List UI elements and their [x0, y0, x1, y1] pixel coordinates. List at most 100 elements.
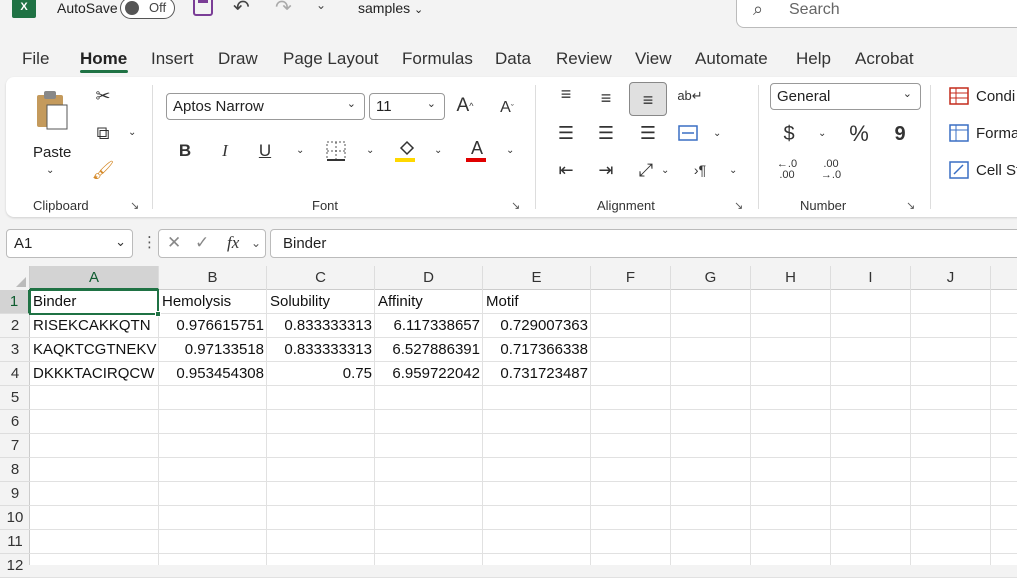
paste-label[interactable]: Paste [33, 144, 71, 161]
format-as-table-icon[interactable] [949, 124, 969, 147]
currency-dropdown-icon[interactable]: ⌄ [818, 128, 826, 139]
formula-input[interactable]: Binder [270, 229, 1017, 258]
increase-decimal-icon[interactable]: ←.0 .00 [772, 157, 802, 183]
underline-dropdown-icon[interactable]: ⌄ [296, 145, 304, 156]
column-header-i[interactable]: I [831, 266, 911, 290]
borders-dropdown-icon[interactable]: ⌄ [366, 145, 374, 156]
currency-icon[interactable]: $ [778, 122, 800, 146]
column-header-h[interactable]: H [751, 266, 831, 290]
row-header-9[interactable]: 9 [0, 482, 30, 506]
orientation-dropdown-icon[interactable]: ⌄ [661, 165, 669, 176]
table-cell[interactable]: RISEKCAKKQTN [30, 314, 159, 338]
tab-draw[interactable]: Draw [218, 49, 258, 69]
cell-styles-label[interactable]: Cell St [976, 162, 1017, 179]
table-cell[interactable]: 6.527886391 [375, 338, 483, 362]
number-format-dropdown[interactable]: General ⌄ [770, 83, 921, 110]
increase-font-size-icon[interactable]: A ^ [452, 93, 478, 119]
copy-dropdown-icon[interactable]: ⌄ [128, 127, 136, 138]
paste-icon[interactable] [34, 89, 70, 136]
tab-review[interactable]: Review [556, 49, 612, 69]
undo-icon[interactable]: ↶ [233, 0, 250, 20]
font-launcher-icon[interactable]: ↘ [511, 199, 520, 212]
decrease-decimal-icon[interactable]: .00 →.0 [816, 157, 846, 183]
tab-data[interactable]: Data [495, 49, 531, 69]
conditional-formatting-icon[interactable] [949, 87, 969, 110]
percent-icon[interactable]: % [846, 121, 872, 146]
file-name[interactable]: samples ⌄ [358, 0, 423, 16]
italic-icon[interactable]: I [214, 139, 236, 163]
table-header-cell[interactable]: Solubility [267, 290, 375, 314]
column-header-b[interactable]: B [159, 266, 267, 290]
increase-indent-icon[interactable]: ⇥ [594, 159, 618, 181]
align-right-icon[interactable]: ☰ [636, 122, 660, 144]
borders-icon[interactable] [324, 139, 348, 163]
format-painter-icon[interactable]: 🖌 [92, 159, 115, 181]
tab-formulas[interactable]: Formulas [402, 49, 473, 69]
bottom-align-icon[interactable]: ≡ [636, 89, 660, 111]
table-cell[interactable]: 0.833333313 [267, 338, 375, 362]
merge-dropdown-icon[interactable]: ⌄ [713, 128, 721, 139]
text-direction-dropdown-icon[interactable]: ⌄ [729, 165, 737, 176]
font-color-icon[interactable]: A [465, 137, 489, 159]
column-header-d[interactable]: D [375, 266, 483, 290]
tab-file[interactable]: File [22, 49, 49, 69]
conditional-formatting-label[interactable]: Condi [976, 88, 1015, 105]
clipboard-launcher-icon[interactable]: ↘ [130, 199, 139, 212]
font-size-dropdown[interactable]: 11 ⌄ [369, 93, 445, 120]
tab-view[interactable]: View [635, 49, 672, 69]
bold-icon[interactable]: B [174, 139, 196, 163]
comma-style-icon[interactable]: 9 [889, 122, 911, 146]
enter-icon[interactable]: ✓ [195, 233, 209, 253]
underline-icon[interactable]: U [254, 139, 276, 163]
cell-styles-icon[interactable] [949, 161, 969, 184]
column-header-f[interactable]: F [591, 266, 671, 290]
table-cell[interactable]: 0.953454308 [159, 362, 267, 386]
chevron-down-icon[interactable]: ⌄ [251, 236, 261, 250]
redo-icon[interactable]: ↷ [275, 0, 292, 20]
search-box[interactable]: ⌕ Search [736, 0, 1017, 28]
column-header-c[interactable]: C [267, 266, 375, 290]
row-header-10[interactable]: 10 [0, 506, 30, 530]
table-cell[interactable]: DKKKTACIRQCW [30, 362, 159, 386]
select-all-corner[interactable] [0, 266, 30, 290]
autosave-toggle[interactable]: Off [120, 0, 175, 19]
row-header-7[interactable]: 7 [0, 434, 30, 458]
table-cell[interactable]: 0.729007363 [483, 314, 591, 338]
tab-automate[interactable]: Automate [695, 49, 768, 69]
alignment-launcher-icon[interactable]: ↘ [734, 199, 743, 212]
orientation-icon[interactable]: ⤢ [634, 159, 658, 181]
tab-home[interactable]: Home [80, 49, 127, 69]
row-header-5[interactable]: 5 [0, 386, 30, 410]
table-cell[interactable]: 0.97133518 [159, 338, 267, 362]
row-header-2[interactable]: 2 [0, 314, 30, 338]
table-cell[interactable]: 0.75 [267, 362, 375, 386]
table-cell[interactable]: 6.959722042 [375, 362, 483, 386]
table-cell[interactable]: 0.731723487 [483, 362, 591, 386]
paste-dropdown-icon[interactable]: ⌄ [46, 165, 54, 176]
column-header-g[interactable]: G [671, 266, 751, 290]
row-header-6[interactable]: 6 [0, 410, 30, 434]
fill-color-dropdown-icon[interactable]: ⌄ [434, 145, 442, 156]
fill-handle[interactable] [155, 311, 161, 317]
format-as-table-label[interactable]: Forma [976, 125, 1017, 142]
spreadsheet-grid[interactable]: A B C D E F G H I J 1 2 3 4 5 6 7 8 9 10 11 12 Binder Hemolysis… [0, 266, 1017, 578]
row-header-1[interactable]: 1 [0, 290, 30, 314]
middle-align-icon[interactable]: ≡ [594, 87, 618, 109]
row-header-8[interactable]: 8 [0, 458, 30, 482]
align-center-icon[interactable]: ☰ [594, 122, 618, 144]
wrap-text-icon[interactable]: ab↵ [677, 85, 702, 107]
table-header-cell[interactable]: Hemolysis [159, 290, 267, 314]
cut-icon[interactable]: ✂ [92, 85, 114, 107]
save-icon[interactable] [192, 0, 214, 21]
font-color-dropdown-icon[interactable]: ⌄ [506, 145, 514, 156]
top-align-icon[interactable]: ≡ [554, 83, 578, 105]
number-launcher-icon[interactable]: ↘ [906, 199, 915, 212]
align-left-icon[interactable]: ☰ [554, 122, 578, 144]
merge-center-icon[interactable] [676, 122, 700, 144]
tab-page-layout[interactable]: Page Layout [283, 49, 378, 69]
tab-help[interactable]: Help [796, 49, 831, 69]
table-cell[interactable]: 0.717366338 [483, 338, 591, 362]
font-name-dropdown[interactable]: Aptos Narrow ⌄ [166, 93, 365, 120]
table-cell[interactable]: 6.117338657 [375, 314, 483, 338]
more-options-icon[interactable]: ⋮ [142, 233, 157, 251]
